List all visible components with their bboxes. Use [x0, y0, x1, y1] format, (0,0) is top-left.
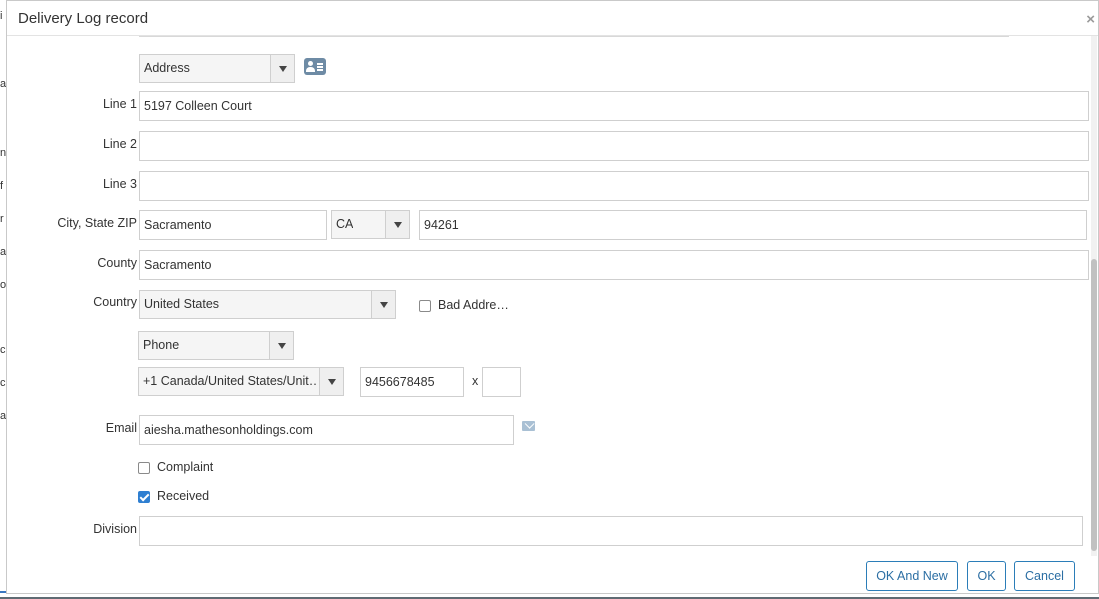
email-label: Email: [105, 421, 137, 435]
city-input[interactable]: Sacramento: [139, 210, 327, 240]
state-select[interactable]: CA: [331, 210, 410, 239]
bad-address-label: Bad Addre…: [438, 298, 509, 312]
address-type-select[interactable]: Address: [139, 54, 295, 83]
background-fragment: c: [0, 344, 6, 356]
line3-label: Line 3: [102, 177, 137, 191]
chevron-down-icon: [371, 291, 395, 318]
complaint-label: Complaint: [157, 460, 214, 474]
scrollbar-thumb[interactable]: [1091, 259, 1097, 551]
ok-and-new-button[interactable]: OK And New: [866, 561, 958, 591]
chevron-down-icon: [319, 368, 343, 395]
dialog-title: Delivery Log record: [18, 10, 149, 27]
phone-country-code-select[interactable]: +1 Canada/United States/Unit…: [138, 367, 344, 396]
received-label: Received: [157, 489, 210, 503]
state-value: CA: [336, 217, 354, 231]
cancel-button[interactable]: Cancel: [1014, 561, 1075, 591]
ok-button[interactable]: OK: [967, 561, 1006, 591]
close-icon[interactable]: ×: [1086, 11, 1095, 28]
zip-input[interactable]: 94261: [419, 210, 1087, 240]
chevron-down-icon: [270, 55, 294, 82]
background-fragment: c: [0, 377, 6, 389]
dialog-body: Address Line 1 5197 Colleen Court Line 2…: [7, 36, 1099, 556]
email-input[interactable]: aiesha.mathesonholdings.com: [139, 415, 514, 445]
mail-icon[interactable]: [522, 421, 535, 431]
city-state-zip-label: City, State ZIP: [57, 216, 137, 230]
delivery-log-dialog: Delivery Log record × Address Line 1 519…: [6, 0, 1099, 594]
country-label: Country: [93, 295, 137, 309]
county-input[interactable]: Sacramento: [139, 250, 1089, 280]
country-value: United States: [144, 297, 220, 311]
phone-number-input[interactable]: 9456678485: [360, 367, 464, 397]
divider: [139, 36, 1009, 37]
line1-label: Line 1: [102, 97, 137, 111]
phone-ext-input[interactable]: [482, 367, 521, 397]
line3-input[interactable]: [139, 171, 1089, 201]
complaint-checkbox[interactable]: [138, 462, 150, 474]
country-select[interactable]: United States: [139, 290, 396, 319]
background-fragment: f: [0, 180, 4, 192]
county-label: County: [97, 256, 137, 270]
background-fragment: r: [0, 213, 4, 225]
phone-type-select[interactable]: Phone: [138, 331, 294, 360]
background-fragment: i: [0, 10, 3, 22]
contact-card-icon[interactable]: [304, 58, 326, 75]
division-label: Division: [93, 522, 137, 536]
phone-country-code-value: +1 Canada/United States/Unit…: [143, 374, 317, 388]
address-type-value: Address: [144, 61, 190, 75]
bad-address-checkbox[interactable]: [419, 300, 431, 312]
phone-type-value: Phone: [143, 338, 180, 352]
line2-label: Line 2: [102, 137, 137, 151]
line2-input[interactable]: [139, 131, 1089, 161]
received-checkbox[interactable]: [138, 491, 150, 503]
phone-ext-label: x: [472, 374, 479, 388]
chevron-down-icon: [385, 211, 409, 238]
line1-input[interactable]: 5197 Colleen Court: [139, 91, 1089, 121]
division-input[interactable]: [139, 516, 1083, 546]
chevron-down-icon: [269, 332, 293, 359]
dialog-title-bar: Delivery Log record ×: [7, 1, 1098, 36]
